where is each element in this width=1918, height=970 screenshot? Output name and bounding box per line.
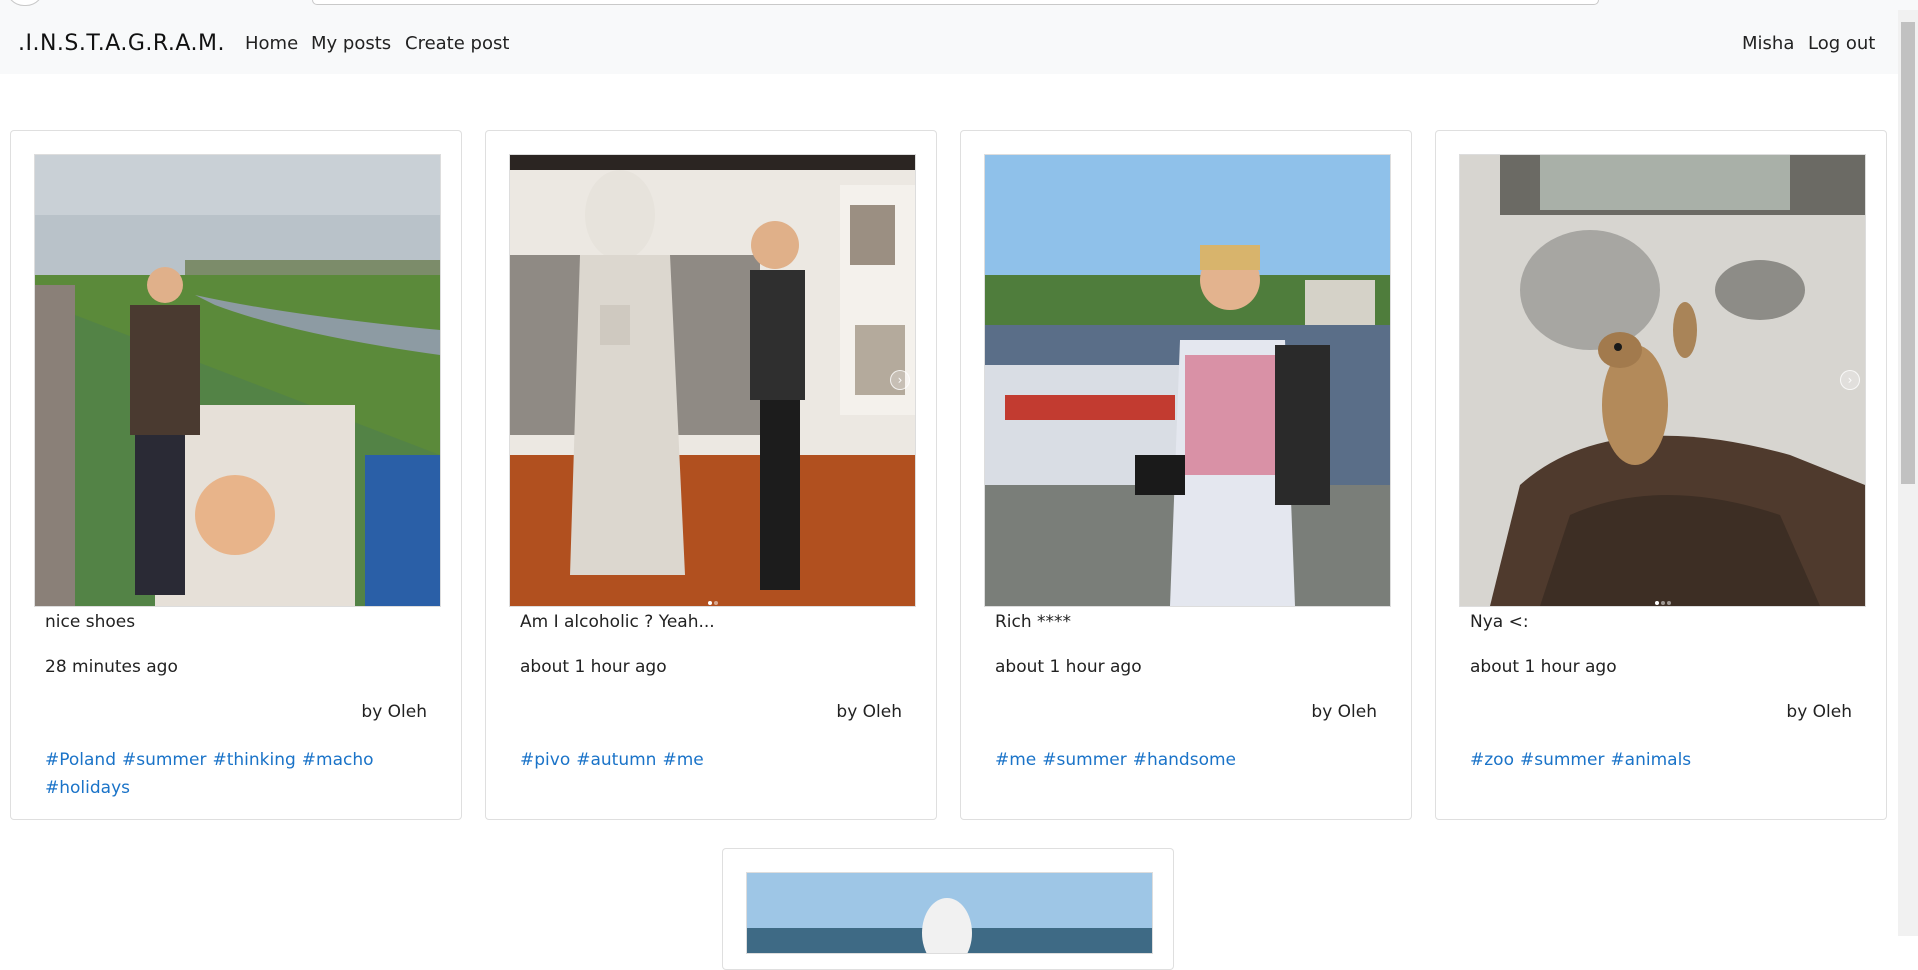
beach-photo[interactable] [746, 872, 1153, 954]
post-time: about 1 hour ago [520, 657, 667, 677]
post-author[interactable]: by Oleh [836, 702, 902, 722]
post-caption: Am I alcoholic ? Yeah... [520, 612, 715, 632]
tag-link[interactable]: #animals [1610, 750, 1691, 770]
browser-reload-icon[interactable] [6, 0, 44, 6]
carousel-next-icon[interactable]: › [1840, 370, 1860, 390]
navbar: .I.N.S.T.A.G.R.A.M. Home My posts Create… [0, 10, 1898, 74]
post-author[interactable]: by Oleh [361, 702, 427, 722]
tag-link[interactable]: #me [662, 750, 703, 770]
nav-logout-link[interactable]: Log out [1808, 33, 1875, 54]
tag-link[interactable]: #summer [1042, 750, 1126, 770]
post-card: › Nya <: about 1 hour ago by Oleh #zoo #s… [1435, 130, 1887, 820]
tag-link[interactable]: #macho [302, 750, 374, 770]
brand-logo[interactable]: .I.N.S.T.A.G.R.A.M. [18, 31, 225, 56]
tag-link[interactable]: #thinking [212, 750, 295, 770]
tag-link[interactable]: #autumn [576, 750, 656, 770]
carousel-indicators [1460, 590, 1865, 605]
tag-link[interactable]: #summer [122, 750, 206, 770]
tag-link[interactable]: #handsome [1133, 750, 1236, 770]
nav-create-post-link[interactable]: Create post [405, 33, 509, 54]
tag-link[interactable]: #summer [1520, 750, 1604, 770]
post-caption: Rich **** [995, 612, 1072, 632]
post-card: nice shoes 28 minutes ago by Oleh #Polan… [10, 130, 462, 820]
post-tags: #pivo #autumn #me [520, 746, 910, 774]
post-time: about 1 hour ago [1470, 657, 1617, 677]
post-card: Rich **** about 1 hour ago by Oleh #me #s… [960, 130, 1412, 820]
tag-link[interactable]: #holidays [45, 778, 130, 798]
post-card: › Am I alcoholic ? Yeah... about 1 hour … [485, 130, 937, 820]
post-time: 28 minutes ago [45, 657, 178, 677]
carousel-next-icon[interactable]: › [890, 370, 910, 390]
tag-link[interactable]: #me [995, 750, 1036, 770]
nav-home-link[interactable]: Home [245, 33, 298, 54]
post-author[interactable]: by Oleh [1311, 702, 1377, 722]
post-caption: Nya <: [1470, 612, 1529, 632]
post-tags: #me #summer #handsome [995, 746, 1385, 774]
post-tags: #zoo #summer #animals [1470, 746, 1860, 774]
post-caption: nice shoes [45, 612, 136, 632]
address-bar[interactable] [312, 0, 1599, 5]
post-time: about 1 hour ago [995, 657, 1142, 677]
post-author[interactable]: by Oleh [1786, 702, 1852, 722]
tag-link[interactable]: #Poland [45, 750, 116, 770]
nav-user-link[interactable]: Misha [1742, 33, 1794, 54]
page-scrollbar[interactable] [1898, 10, 1918, 936]
post-card [722, 848, 1174, 970]
carousel-indicators [510, 590, 915, 605]
tag-link[interactable]: #zoo [1470, 750, 1514, 770]
river-boat-photo[interactable] [984, 154, 1391, 607]
post-tags: #Poland #summer #thinking #macho #holidays [45, 746, 435, 802]
statue-photo[interactable]: › [509, 154, 916, 607]
scrollbar-thumb[interactable] [1901, 22, 1915, 484]
riverside-photo[interactable] [34, 154, 441, 607]
nav-my-posts-link[interactable]: My posts [311, 33, 391, 54]
meerkat-photo[interactable]: › [1459, 154, 1866, 607]
tag-link[interactable]: #pivo [520, 750, 570, 770]
